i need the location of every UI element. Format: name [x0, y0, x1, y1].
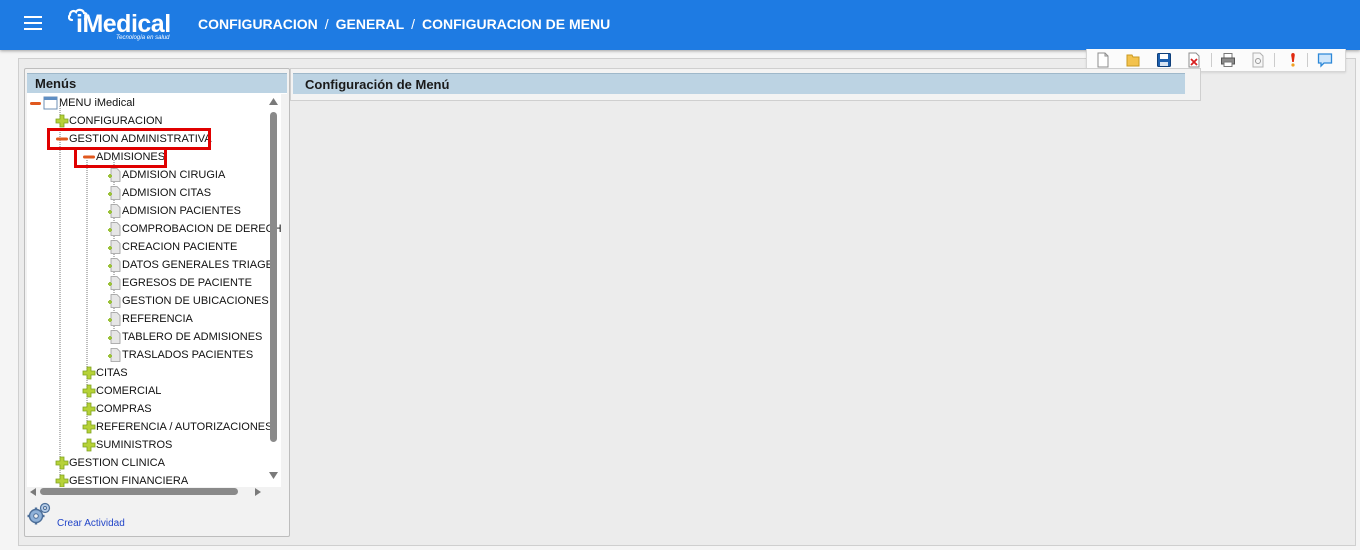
tree-leaf[interactable]: DATOS GENERALES TRIAGE: [108, 257, 278, 273]
tree-node-label: CONFIGURACION: [69, 115, 163, 127]
breadcrumb-separator: /: [324, 16, 329, 32]
leaf-document-icon: [108, 204, 121, 218]
tree-node-label: MENU iMedical: [59, 97, 135, 109]
tree-leaf[interactable]: EGRESOS DE PACIENTE: [108, 275, 278, 291]
tree-node-label: SUMINISTROS: [96, 439, 173, 451]
tree-node-label: REFERENCIA / AUTORIZACIONES: [96, 421, 273, 433]
expand-plus-icon: [82, 384, 96, 398]
tree-node-label: COMPRAS: [96, 403, 152, 415]
expand-plus-icon: [55, 114, 69, 128]
scrollbar-thumb[interactable]: [40, 488, 238, 495]
expand-plus-icon: [82, 402, 96, 416]
scroll-right-arrow-icon[interactable]: [255, 488, 261, 496]
expand-plus-icon: [82, 366, 96, 380]
tree-node-suministros[interactable]: SUMINISTROS: [82, 437, 252, 453]
tree-leaf-label: DATOS GENERALES TRIAGE: [122, 259, 273, 271]
leaf-document-icon: [108, 222, 121, 236]
leaf-document-icon: [108, 258, 121, 272]
tree-leaf-label: ADMISION PACIENTES: [122, 205, 241, 217]
breadcrumb: CONFIGURACION / GENERAL / CONFIGURACION DE M…: [198, 16, 610, 32]
tree-horizontal-scrollbar[interactable]: [30, 486, 266, 498]
tree-leaf-label: ADMISION CITAS: [122, 187, 212, 199]
top-app-bar: iMedical Tecnología en salud CONFIGURACI…: [0, 0, 1360, 50]
tree-leaf-label: COMPROBACION DE DERECHOS: [122, 223, 281, 235]
tree-leaf-label: TRASLADOS PACIENTES: [122, 349, 254, 361]
tree-leaf-label: CREACION PACIENTE: [122, 241, 238, 253]
tree-node-referencia-autorizaciones[interactable]: REFERENCIA / AUTORIZACIONES: [82, 419, 272, 435]
highlight-box-admisiones: [74, 147, 167, 168]
menus-panel-title: Menús: [35, 76, 77, 91]
tree-leaf-label: TABLERO DE ADMISIONES: [122, 331, 263, 343]
breadcrumb-separator: /: [411, 16, 416, 32]
logo-tagline: Tecnología en salud: [116, 35, 170, 41]
breadcrumb-item-configuracion-de-menu: CONFIGURACION DE MENU: [422, 16, 611, 32]
tree-node-label: CITAS: [96, 367, 128, 379]
tree-leaf[interactable]: REFERENCIA: [108, 311, 278, 327]
leaf-document-icon: [108, 168, 121, 182]
tree-leaf[interactable]: ADMISION CIRUGIA: [108, 167, 278, 183]
logo-text: iMedical: [76, 10, 171, 38]
tree-leaf[interactable]: COMPROBACION DE DERECHOS: [108, 221, 281, 237]
tree-node-gestion-financiera[interactable]: GESTION FINANCIERA: [55, 473, 225, 487]
leaf-document-icon: [108, 240, 121, 254]
tree-leaf[interactable]: ADMISION CITAS: [108, 185, 278, 201]
tree-node-gestion-clinica[interactable]: GESTION CLINICA: [55, 455, 225, 471]
toolbar-separator: [1274, 53, 1275, 67]
leaf-document-icon: [108, 330, 121, 344]
tree-vertical-scrollbar[interactable]: [266, 96, 280, 483]
tree-node-comercial[interactable]: COMERCIAL: [82, 383, 252, 399]
tree-node-configuracion[interactable]: CONFIGURACION: [55, 113, 195, 129]
leaf-document-icon: [108, 294, 121, 308]
toolbar-separator: [1307, 53, 1308, 67]
tree-leaf[interactable]: TRASLADOS PACIENTES: [108, 347, 278, 363]
tree-leaf-label: EGRESOS DE PACIENTE: [122, 277, 252, 289]
open-folder-icon[interactable]: [1125, 52, 1141, 68]
alert-icon[interactable]: [1285, 52, 1301, 68]
tree-node-compras[interactable]: COMPRAS: [82, 401, 252, 417]
tree-node-label: COMERCIAL: [96, 385, 162, 397]
tree-node-label: GESTION CLINICA: [69, 457, 165, 469]
collapse-minus-window-icon: [30, 96, 58, 110]
tree-leaf-label: ADMISION CIRUGIA: [122, 169, 226, 181]
tree-leaf[interactable]: GESTION DE UBICACIONES: [108, 293, 278, 309]
leaf-document-icon: [108, 276, 121, 290]
menus-panel-header: Menús: [27, 73, 287, 94]
leaf-document-icon: [108, 348, 121, 362]
tree-leaf-label: GESTION DE UBICACIONES: [122, 295, 269, 307]
tree-leaf[interactable]: TABLERO DE ADMISIONES: [108, 329, 278, 345]
save-icon[interactable]: [1156, 52, 1172, 68]
scroll-up-arrow-icon[interactable]: [269, 98, 278, 105]
print-icon[interactable]: [1220, 52, 1236, 68]
new-document-icon[interactable]: [1095, 52, 1111, 68]
tree-leaf[interactable]: ADMISION PACIENTES: [108, 203, 278, 219]
toolbar-separator: [1211, 53, 1212, 67]
hamburger-menu-icon[interactable]: [24, 16, 42, 30]
create-activity-action[interactable]: Crear Actividad: [26, 500, 146, 530]
scroll-left-arrow-icon[interactable]: [30, 488, 36, 496]
gears-icon: [27, 502, 51, 525]
leaf-document-icon: [108, 312, 121, 326]
create-activity-link[interactable]: Crear Actividad: [57, 518, 125, 529]
expand-plus-icon: [82, 420, 96, 434]
leaf-document-icon: [108, 186, 121, 200]
scrollbar-thumb[interactable]: [270, 112, 277, 442]
tree-node-citas[interactable]: CITAS: [82, 365, 252, 381]
tree-node-label: GESTION FINANCIERA: [69, 475, 189, 487]
expand-plus-icon: [82, 438, 96, 452]
delete-icon[interactable]: [1186, 52, 1202, 68]
menu-configuration-panel: Configuración de Menú: [290, 68, 1201, 101]
tree-leaf-label: REFERENCIA: [122, 313, 193, 325]
menu-configuration-header: Configuración de Menú: [293, 73, 1185, 94]
breadcrumb-item-configuracion[interactable]: CONFIGURACION: [198, 16, 318, 32]
scroll-down-arrow-icon[interactable]: [269, 472, 278, 479]
tree-leaf[interactable]: CREACION PACIENTE: [108, 239, 278, 255]
expand-plus-icon: [55, 456, 69, 470]
comment-icon[interactable]: [1317, 52, 1333, 68]
breadcrumb-item-general[interactable]: GENERAL: [336, 16, 404, 32]
imedical-logo[interactable]: iMedical Tecnología en salud: [68, 6, 180, 44]
print-preview-icon[interactable]: [1250, 52, 1266, 68]
menu-configuration-title: Configuración de Menú: [305, 77, 450, 92]
tree-node-menu-imedical[interactable]: MENU iMedical: [29, 95, 149, 111]
